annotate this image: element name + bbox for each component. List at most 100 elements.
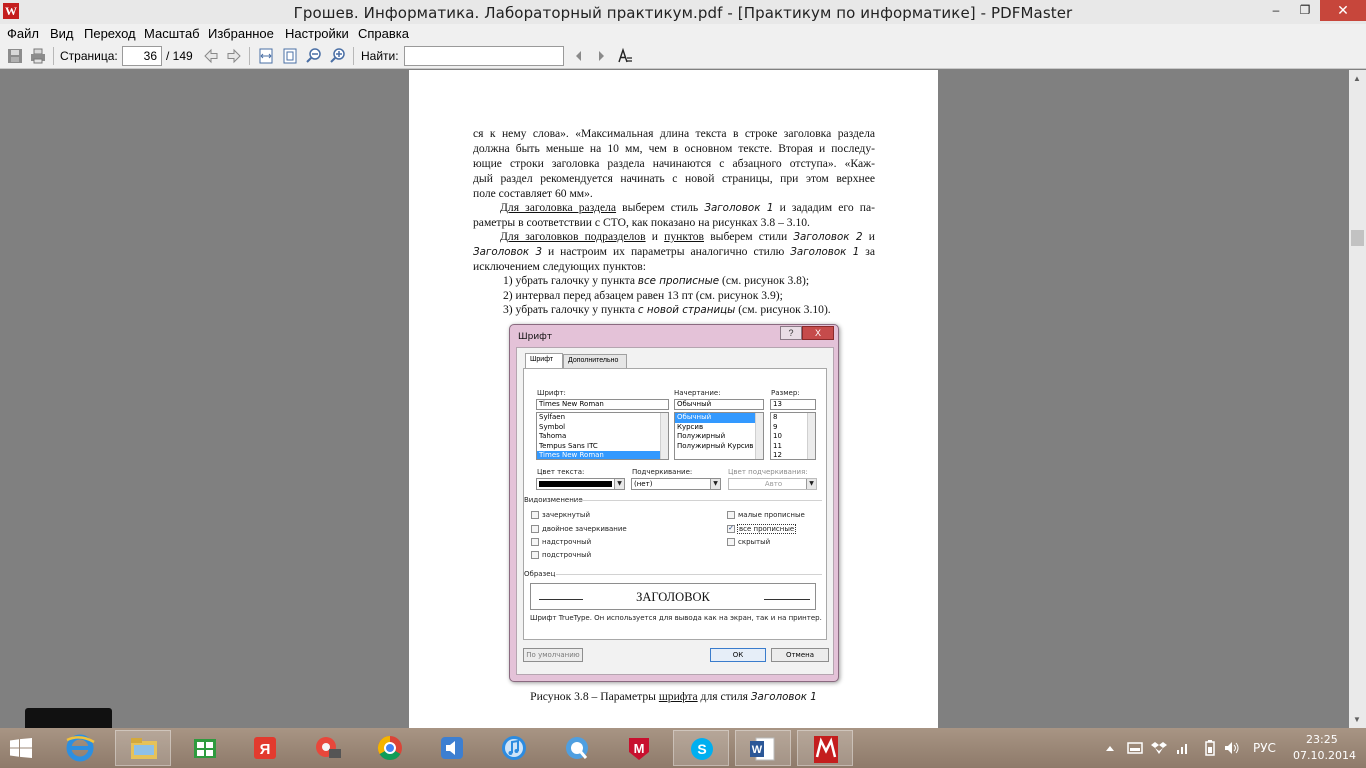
list-item-selected: Times New Roman	[537, 451, 668, 459]
menu-go[interactable]: Переход	[84, 26, 136, 41]
text-run: и зададим его па-	[773, 201, 875, 214]
zoom-out-icon[interactable]	[305, 47, 323, 65]
document-viewer[interactable]: ся к нему слова». «Максимальная длина те…	[0, 70, 1349, 728]
list-item: Полужирный	[677, 432, 726, 440]
pdfmaster-icon[interactable]	[797, 730, 853, 766]
match-case-icon[interactable]	[616, 47, 634, 65]
sample-preview: ЗАГОЛОВОК	[530, 583, 816, 610]
word-icon[interactable]: W	[735, 730, 791, 766]
svg-text:Я: Я	[260, 741, 271, 758]
size-list: 8 9 10 11 12	[770, 412, 816, 460]
checkbox-label: подстрочный	[542, 551, 592, 559]
underlined-text: шрифта	[658, 690, 698, 703]
language-indicator[interactable]: РУС	[1253, 741, 1276, 755]
help-icon: ?	[780, 326, 802, 340]
paragraph-line: исключением следующих пунктов:	[473, 260, 646, 273]
toolbar-separator	[53, 47, 54, 65]
toolbar-separator	[353, 47, 354, 65]
underlined-text: Для заголовка раздела	[500, 201, 617, 214]
save-icon[interactable]	[6, 47, 24, 65]
fit-page-icon[interactable]	[281, 47, 299, 65]
internet-explorer-icon[interactable]	[52, 730, 108, 766]
file-explorer-icon[interactable]	[115, 730, 171, 766]
vertical-scrollbar[interactable]: ▲ ▼	[1349, 70, 1366, 728]
underline-color-value: Авто	[764, 480, 783, 488]
page-number-input[interactable]: 36	[122, 46, 162, 66]
find-input[interactable]	[404, 46, 564, 66]
menu-bar: Файл Вид Переход Масштаб Избранное Настр…	[0, 24, 1366, 43]
list-item: 1) убрать галочку у пункта все прописные…	[503, 274, 809, 287]
strikethrough-checkbox	[531, 511, 539, 519]
minimize-button[interactable]: –	[1262, 0, 1290, 21]
menu-settings[interactable]: Настройки	[285, 26, 349, 41]
checkbox-label: зачеркнутый	[542, 511, 590, 519]
scroll-down-icon[interactable]: ▼	[1353, 715, 1361, 724]
font-dialog-title: Шрифт	[518, 332, 553, 342]
pdf-page: ся к нему слова». «Максимальная длина те…	[409, 70, 938, 728]
back-arrow-icon[interactable]	[202, 47, 220, 65]
close-icon: X	[802, 326, 834, 340]
mcafee-icon[interactable]: M	[611, 730, 667, 766]
font-list: Sylfaen Symbol Tahoma Tempus Sans ITC Ti…	[536, 412, 669, 460]
list-item: 2) интервал перед абзацем равен 13 пт (с…	[503, 289, 783, 302]
clock-date[interactable]: 07.10.2014	[1293, 749, 1356, 762]
font-dialog-body: Шрифт Дополнительно Шрифт: Times New Rom…	[516, 347, 834, 675]
find-previous-icon[interactable]	[570, 47, 588, 65]
text-color-label: Цвет текста:	[537, 468, 585, 476]
quicktime-icon[interactable]	[549, 730, 605, 766]
divider	[556, 574, 822, 575]
text-run: и настроим их параметры аналогично стилю	[542, 245, 791, 258]
scrollbar-thumb[interactable]	[1351, 230, 1364, 246]
scroll-up-icon[interactable]: ▲	[1353, 74, 1361, 83]
dropbox-icon[interactable]	[1151, 740, 1167, 756]
audio-player-icon[interactable]	[424, 730, 480, 766]
underlined-text: пунктов	[664, 230, 705, 243]
window-title: Грошев. Информатика. Лабораторный практи…	[293, 4, 1073, 22]
emphasis-text: все прописные	[637, 275, 720, 287]
restore-button[interactable]: ❐	[1291, 0, 1319, 21]
zoom-in-icon[interactable]	[329, 47, 347, 65]
list-item: Полужирный Курсив	[677, 441, 754, 450]
underlined-text: Для заголовков подразделов	[500, 230, 646, 243]
paragraph-line: раметры в соответствии с СТО, как показа…	[473, 216, 810, 229]
font-dialog-figure: Шрифт ? X Шрифт Дополнительно Шрифт: Tim…	[509, 324, 839, 682]
paragraph-line: должна быть меньше на 10 мм, чем в основ…	[473, 142, 875, 155]
volume-icon[interactable]	[1224, 740, 1240, 756]
picasa-icon[interactable]	[299, 730, 355, 766]
show-hidden-icons-icon[interactable]	[1105, 744, 1115, 752]
network-icon[interactable]	[1175, 740, 1191, 756]
fit-width-icon[interactable]	[257, 47, 275, 65]
clock-time[interactable]: 23:25	[1306, 733, 1338, 746]
paragraph-line: Для заголовка раздела выберем стиль Заго…	[473, 200, 875, 216]
print-icon[interactable]	[29, 47, 47, 65]
list-item-selected: Обычный	[675, 413, 763, 423]
small-caps-checkbox	[727, 511, 735, 519]
windows-store-icon[interactable]	[177, 730, 233, 766]
cancel-button: Отмена	[771, 648, 829, 662]
menu-view[interactable]: Вид	[50, 26, 74, 41]
effects-label: Видоизменение	[524, 496, 583, 504]
style-name: Заголовок 1	[704, 202, 774, 214]
forward-arrow-icon[interactable]	[225, 47, 243, 65]
skype-icon[interactable]: S	[673, 730, 729, 766]
text-run: 1) убрать галочку у пункта	[503, 274, 638, 287]
windows-start-icon[interactable]	[10, 738, 32, 758]
style-label: Начертание:	[674, 389, 721, 397]
list-scrollbar	[755, 413, 763, 459]
menu-zoom[interactable]: Масштаб	[144, 26, 200, 41]
find-next-icon[interactable]	[592, 47, 610, 65]
battery-icon[interactable]	[1205, 740, 1215, 756]
color-swatch	[539, 481, 612, 487]
close-button[interactable]: ✕	[1320, 0, 1366, 21]
menu-file[interactable]: Файл	[7, 26, 39, 41]
menu-favorites[interactable]: Избранное	[208, 26, 274, 41]
chrome-icon[interactable]	[362, 730, 418, 766]
toolbar: Страница: 36 / 149 Найти:	[0, 43, 1366, 69]
yandex-browser-icon[interactable]: Я	[237, 730, 293, 766]
double-strikethrough-checkbox	[531, 525, 539, 533]
itunes-icon[interactable]	[486, 730, 542, 766]
menu-help[interactable]: Справка	[358, 26, 409, 41]
style-name: Заголовок 1	[750, 691, 817, 703]
action-center-icon[interactable]	[1127, 742, 1143, 754]
preview-rule	[764, 599, 810, 600]
